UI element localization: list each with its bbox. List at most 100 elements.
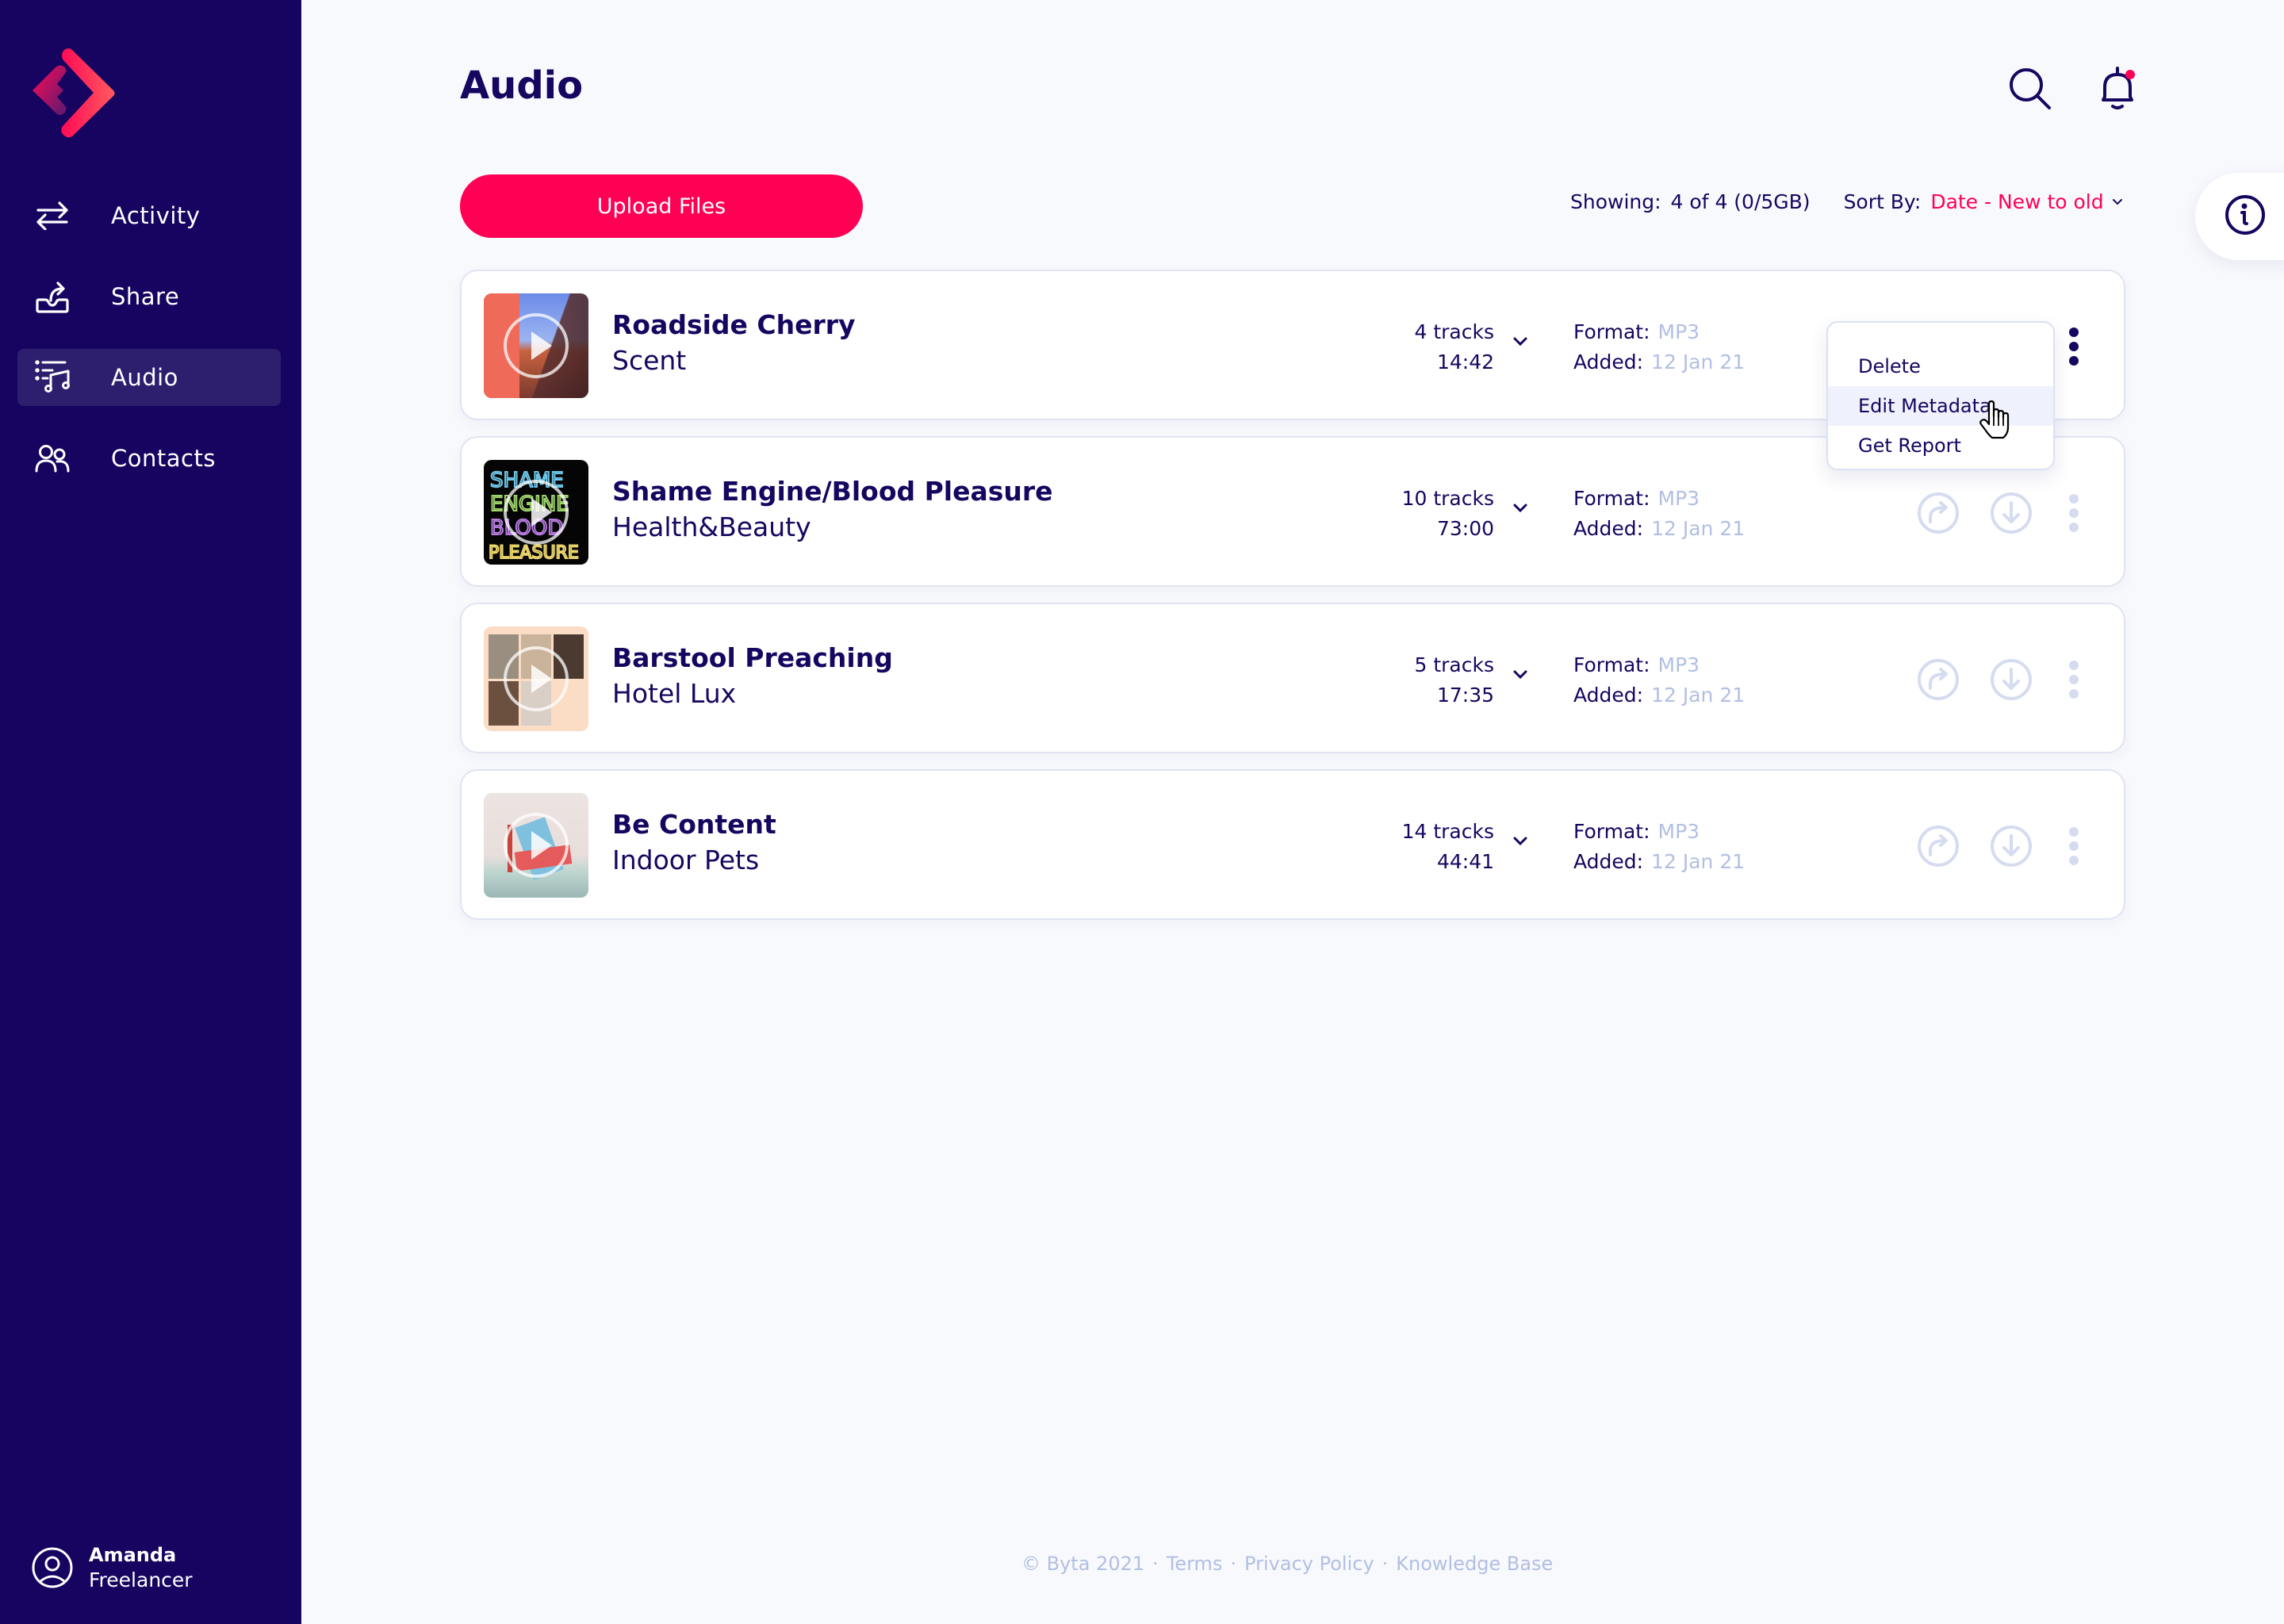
notification-dot — [2125, 70, 2135, 79]
page-title: Audio — [460, 63, 584, 108]
upload-files-button[interactable]: Upload Files — [460, 174, 863, 238]
play-icon — [531, 498, 552, 527]
download-circle-icon[interactable] — [1989, 824, 2033, 868]
footer-link-privacy-policy[interactable]: Privacy Policy — [1244, 1553, 1374, 1575]
sidebar-nav: Activity Share Audio Contacts — [17, 187, 281, 511]
total-duration: 17:35 — [1436, 684, 1494, 707]
total-duration: 73:00 — [1436, 517, 1494, 540]
sidebar-item-label: Contacts — [111, 445, 216, 472]
expand-tracks-chevron-icon[interactable] — [1508, 669, 1532, 688]
header-actions — [2006, 65, 2141, 113]
total-duration: 44:41 — [1436, 850, 1494, 873]
sidebar-item-contacts[interactable]: Contacts — [17, 430, 281, 487]
format-label: Format: — [1573, 653, 1650, 676]
expand-tracks-chevron-icon[interactable] — [1508, 503, 1532, 522]
play-icon — [531, 831, 552, 860]
hand-pointer-cursor-icon — [1979, 400, 2014, 443]
more-options-icon[interactable] — [2062, 323, 2086, 370]
album-cover-play-button[interactable] — [484, 626, 588, 731]
format-value: MP3 — [1657, 487, 1700, 510]
sidebar-item-share[interactable]: Share — [17, 268, 281, 325]
album-cover-play-button[interactable]: SHAME ENGINE BLOOD PLEASURE — [484, 460, 588, 565]
footer-link-knowledge-base[interactable]: Knowledge Base — [1396, 1553, 1553, 1575]
share-circle-icon[interactable] — [1916, 491, 1960, 535]
album-context-menu: Delete Edit Metadata Get Report — [1826, 321, 2055, 470]
added-label: Added: — [1573, 517, 1644, 540]
user-role: Freelancer — [89, 1568, 193, 1591]
sidebar-item-activity[interactable]: Activity — [17, 187, 281, 244]
more-options-icon[interactable] — [2062, 656, 2086, 703]
artist-name: Hotel Lux — [612, 678, 737, 709]
menu-item-delete[interactable]: Delete — [1828, 347, 2053, 386]
track-count: 5 tracks — [1414, 653, 1494, 676]
track-count: 10 tracks — [1401, 487, 1494, 510]
play-icon — [531, 665, 552, 693]
format-label: Format: — [1573, 820, 1650, 843]
format-label: Format: — [1573, 320, 1650, 343]
user-name: Amanda — [89, 1544, 177, 1566]
byta-logo[interactable] — [30, 46, 122, 138]
format-value: MP3 — [1657, 320, 1700, 343]
format-value: MP3 — [1657, 820, 1700, 843]
track-count: 4 tracks — [1414, 320, 1494, 343]
more-options-icon[interactable] — [2062, 489, 2086, 537]
download-circle-icon[interactable] — [1989, 657, 2033, 702]
copyright-text: © Byta 2021 — [1021, 1553, 1145, 1575]
album-title[interactable]: Roadside Cherry — [612, 309, 856, 340]
chevron-down-icon[interactable] — [2112, 198, 2123, 206]
album-card: Barstool Preaching Hotel Lux 5 tracks 17… — [460, 603, 2125, 753]
album-title[interactable]: Be Content — [612, 809, 776, 840]
album-title[interactable]: Barstool Preaching — [612, 642, 893, 673]
album-card: Be Content Indoor Pets 14 tracks 44:41 F… — [460, 769, 2125, 920]
total-duration: 14:42 — [1436, 350, 1494, 373]
added-value: 12 Jan 21 — [1651, 850, 1746, 873]
format-label: Format: — [1573, 487, 1650, 510]
expand-tracks-chevron-icon[interactable] — [1508, 836, 1532, 855]
svg-text:PLEASURE: PLEASURE — [489, 543, 579, 563]
bell-icon[interactable] — [2094, 65, 2141, 113]
play-icon — [531, 331, 552, 360]
menu-item-get-report[interactable]: Get Report — [1828, 426, 2053, 465]
added-value: 12 Jan 21 — [1651, 517, 1746, 540]
list-meta-bar: Showing: 4 of 4 (0/5GB) Sort By: Date - … — [1570, 190, 2123, 213]
album-cover-play-button[interactable] — [484, 293, 588, 398]
format-value: MP3 — [1657, 653, 1700, 676]
artist-name: Scent — [612, 345, 687, 376]
share-circle-icon[interactable] — [1916, 657, 1960, 702]
sidebar: Activity Share Audio Contacts Amanda Fre… — [0, 0, 301, 1624]
added-label: Added: — [1573, 350, 1644, 373]
added-label: Added: — [1573, 850, 1644, 873]
share-circle-icon[interactable] — [1916, 824, 1960, 868]
showing-value: 4 of 4 (0/5GB) — [1670, 190, 1811, 213]
footer: © Byta 2021 · Terms · Privacy Policy · K… — [1021, 1553, 1554, 1575]
download-circle-icon[interactable] — [1989, 491, 2033, 535]
info-icon — [2224, 193, 2267, 239]
added-value: 12 Jan 21 — [1651, 350, 1746, 373]
search-icon[interactable] — [2006, 65, 2054, 113]
artist-name: Health&Beauty — [612, 511, 811, 542]
more-options-icon[interactable] — [2062, 822, 2086, 870]
user-avatar-icon — [32, 1547, 73, 1588]
menu-item-edit-metadata[interactable]: Edit Metadata — [1828, 386, 2053, 426]
added-value: 12 Jan 21 — [1651, 684, 1746, 707]
users-icon — [35, 441, 70, 476]
sidebar-item-label: Share — [111, 283, 180, 310]
expand-tracks-chevron-icon[interactable] — [1508, 336, 1532, 355]
album-title[interactable]: Shame Engine/Blood Pleasure — [612, 476, 1053, 507]
album-cover-play-button[interactable] — [484, 793, 588, 898]
share-tray-icon — [35, 279, 70, 314]
showing-label: Showing: — [1570, 190, 1661, 213]
user-profile[interactable]: Amanda Freelancer — [32, 1542, 193, 1593]
track-count: 14 tracks — [1401, 820, 1494, 843]
added-label: Added: — [1573, 684, 1644, 707]
sidebar-item-label: Activity — [111, 202, 201, 229]
sidebar-item-label: Audio — [111, 364, 178, 391]
sidebar-item-audio[interactable]: Audio — [17, 349, 281, 406]
sort-label: Sort By: — [1843, 190, 1922, 213]
info-panel-toggle[interactable] — [2195, 173, 2284, 260]
footer-link-terms[interactable]: Terms — [1167, 1553, 1223, 1575]
arrows-swap-icon — [35, 198, 70, 233]
music-list-icon — [35, 360, 70, 395]
sort-dropdown[interactable]: Date - New to old — [1930, 190, 2103, 213]
artist-name: Indoor Pets — [612, 845, 760, 875]
